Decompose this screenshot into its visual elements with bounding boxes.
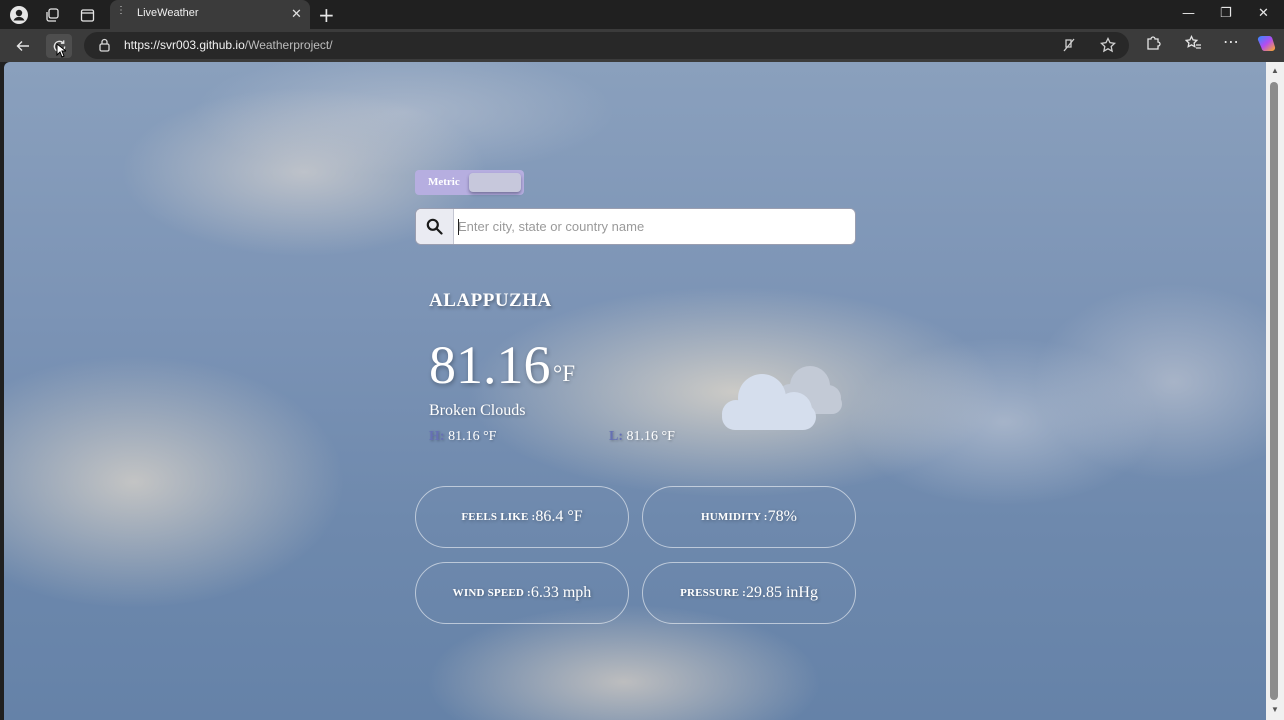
- humidity-label: HUMIDITY :: [700, 511, 768, 523]
- low-value: 81.16 °F: [626, 429, 675, 444]
- active-tab[interactable]: ⋮ LiveWeather ✕: [110, 0, 310, 29]
- high-temperature: H: 81.16 °F: [429, 429, 496, 445]
- search-input[interactable]: [455, 209, 853, 244]
- scroll-up-icon[interactable]: ▲: [1271, 66, 1279, 75]
- pressure-value: 29.85 inHg: [745, 584, 818, 601]
- restore-icon[interactable]: ❐: [1220, 6, 1232, 21]
- browser-toolbar: https://svr003.github.io/Weatherproject/…: [0, 29, 1284, 62]
- weather-page: Metric ALAPPUZHA 81.16 °F Broken Clouds …: [4, 62, 1266, 720]
- lock-icon[interactable]: [98, 38, 111, 57]
- minimize-icon[interactable]: —: [1182, 6, 1195, 21]
- profile-icon[interactable]: [8, 4, 30, 26]
- temperature-unit: °F: [553, 361, 575, 386]
- high-label: H:: [429, 429, 445, 444]
- mouse-cursor-icon: [56, 43, 66, 58]
- url-text[interactable]: https://svr003.github.io/Weatherproject/: [124, 38, 333, 52]
- pressure-card: PRESSURE :29.85 inHg: [642, 562, 856, 624]
- tab-drag-icon: ⋮: [116, 5, 126, 16]
- tab-actions-icon[interactable]: [76, 4, 98, 26]
- unit-toggle-label: Metric: [428, 176, 460, 188]
- weather-description: Broken Clouds: [429, 402, 526, 419]
- extensions-icon[interactable]: [1145, 35, 1161, 55]
- low-temperature: L: 81.16 °F: [609, 429, 675, 445]
- low-label: L:: [609, 429, 623, 444]
- broken-clouds-icon: [714, 360, 846, 441]
- wind-speed-label: WIND SPEED :: [452, 587, 531, 599]
- read-aloud-off-icon[interactable]: [1062, 37, 1076, 58]
- favorites-icon[interactable]: [1184, 34, 1202, 55]
- search-button[interactable]: [416, 209, 454, 244]
- text-caret: [458, 219, 459, 235]
- url-host: https://svr003.github.io: [124, 38, 245, 52]
- high-value: 81.16 °F: [448, 429, 497, 444]
- url-path: /Weatherproject/: [244, 38, 333, 52]
- city-name: ALAPPUZHA: [429, 290, 552, 311]
- address-bar[interactable]: https://svr003.github.io/Weatherproject/: [84, 32, 1129, 59]
- scroll-down-icon[interactable]: ▼: [1271, 705, 1279, 714]
- wind-speed-card: WIND SPEED :6.33 mph: [415, 562, 629, 624]
- unit-toggle[interactable]: Metric: [415, 170, 524, 195]
- temperature-value: 81.16: [429, 335, 551, 395]
- humidity-card: HUMIDITY :78%: [642, 486, 856, 548]
- humidity-value: 78%: [767, 508, 797, 525]
- favorite-star-icon[interactable]: [1099, 36, 1117, 58]
- search-bar: [415, 208, 856, 245]
- tab-close-icon[interactable]: ✕: [291, 6, 302, 22]
- more-options-icon[interactable]: ⋯: [1223, 32, 1239, 51]
- tab-title: LiveWeather: [137, 7, 199, 19]
- back-button[interactable]: [10, 34, 36, 58]
- pressure-label: PRESSURE :: [680, 587, 746, 599]
- browser-tab-bar: ⋮ LiveWeather ✕ + — ❐ ✕: [0, 0, 1284, 29]
- workspaces-icon[interactable]: [41, 4, 63, 26]
- close-window-icon[interactable]: ✕: [1258, 6, 1269, 21]
- feels-like-value: 86.4 °F: [535, 508, 583, 525]
- unit-toggle-knob[interactable]: [469, 173, 521, 192]
- new-tab-button[interactable]: +: [318, 3, 335, 27]
- page-scrollbar[interactable]: ▲ ▼: [1266, 62, 1284, 720]
- feels-like-card: FEELS LIKE :86.4 °F: [415, 486, 629, 548]
- search-icon: [426, 218, 443, 235]
- feels-like-label: FEELS LIKE :: [461, 511, 536, 523]
- copilot-icon[interactable]: [1256, 34, 1276, 58]
- wind-speed-value: 6.33 mph: [530, 584, 592, 601]
- scrollbar-thumb[interactable]: [1270, 82, 1278, 700]
